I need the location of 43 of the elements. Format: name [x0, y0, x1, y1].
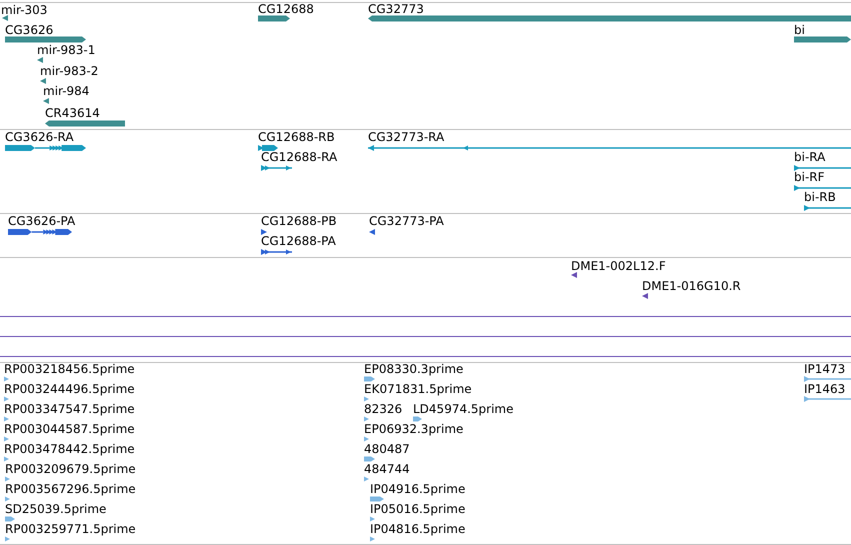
- feature-label: CG12688-RB: [258, 130, 335, 144]
- feature-label: RP003218456.5prime: [4, 362, 135, 376]
- feature-label: bi-RB: [804, 190, 836, 204]
- feature-label: RP003567296.5prime: [5, 482, 136, 496]
- feature-label: DME1-016G10.R: [642, 279, 741, 293]
- feature-label: SD25039.5prime: [5, 502, 106, 516]
- feature-label: DME1-002L12.F: [571, 259, 666, 273]
- feature-label: EK071831.5prime: [364, 382, 472, 396]
- feature-label: mir-983-1: [37, 43, 96, 57]
- feature-label: CG12688-PA: [261, 234, 336, 248]
- feature-label: RP003478442.5prime: [4, 442, 135, 456]
- feature-label: bi: [794, 23, 805, 37]
- feature-label: CR43614: [45, 106, 100, 120]
- feature-label: CG32773-PA: [369, 214, 444, 228]
- feature-label: CG12688-PB: [261, 214, 337, 228]
- feature-label: IP04816.5prime: [370, 522, 466, 536]
- feature-label: CG32773: [368, 2, 424, 16]
- feature-label: CG3626-PA: [8, 214, 76, 228]
- feature-label: EP08330.3prime: [364, 362, 464, 376]
- feature-label: CG12688: [258, 2, 314, 16]
- feature-label: 480487: [364, 442, 410, 456]
- feature-label: bi-RA: [794, 150, 826, 164]
- feature-label: RP003259771.5prime: [5, 522, 136, 536]
- feature-label: IP05016.5prime: [370, 502, 466, 516]
- feature-label: 484744: [364, 462, 410, 476]
- feature-label: RP003209679.5prime: [5, 462, 136, 476]
- feature-label: CG3626-RA: [5, 130, 74, 144]
- feature-label: IP1473: [804, 362, 846, 376]
- feature-label: EP06932.3prime: [364, 422, 464, 436]
- feature-label: IP1463: [804, 382, 846, 396]
- feature-label: CG3626: [5, 23, 54, 37]
- feature-label: CG12688-RA: [261, 150, 338, 164]
- feature-label: CG32773-RA: [368, 130, 444, 144]
- feature-label: mir-983-2: [40, 64, 98, 78]
- feature-label: RP003244496.5prime: [4, 382, 135, 396]
- feature-label: LD45974.5prime: [413, 402, 514, 416]
- feature-label: mir-303: [1, 3, 48, 17]
- feature-label: IP04916.5prime: [370, 482, 466, 496]
- feature-label: RP003347547.5prime: [4, 402, 135, 416]
- feature-label: mir-984: [43, 84, 90, 98]
- feature-label: bi-RF: [794, 170, 825, 184]
- feature-label: RP003044587.5prime: [4, 422, 135, 436]
- feature-label: 82326: [364, 402, 402, 416]
